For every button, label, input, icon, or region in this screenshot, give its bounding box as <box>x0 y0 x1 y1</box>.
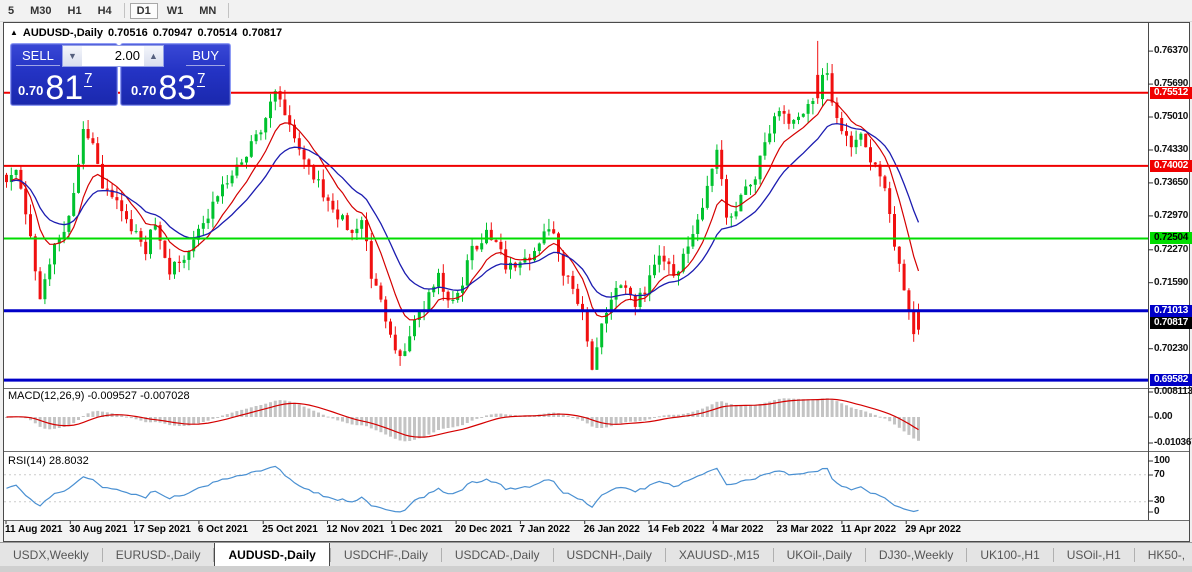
trading-terminal-window: 5 M30 H1 H4 D1 W1 MN ▲ AUDUSD-,Daily 0.70516 0… <box>0 0 1192 572</box>
date-label: 14 Feb 2022 <box>648 524 705 535</box>
rsi-axis-label: 70 <box>1154 469 1165 480</box>
date-label: 29 Apr 2022 <box>905 524 961 535</box>
date-label: 30 Aug 2021 <box>69 524 128 535</box>
collapse-panel-icon[interactable]: ▲ <box>10 28 18 37</box>
chart-tab-uk100h1[interactable]: UK100-,H1 <box>967 543 1052 567</box>
price-tick-label: 0.72270 <box>1154 243 1189 255</box>
date-label: 11 Apr 2022 <box>840 524 897 535</box>
chart-tab-bar: USDX,Weekly EURUSD-,Daily AUDUSD-,Daily USD… <box>0 542 1192 567</box>
price-tick-label: 0.72970 <box>1154 209 1189 221</box>
buy-price: 0.70 83 7 <box>131 69 206 107</box>
chart-tab-usdcnhdaily[interactable]: USDCNH-,Daily <box>554 543 665 567</box>
chart-tab-eurusddaily[interactable]: EURUSD-,Daily <box>103 543 214 567</box>
date-label: 20 Dec 2021 <box>455 524 513 535</box>
ohlc-close: 0.70817 <box>242 27 283 39</box>
volume-decrease-icon[interactable]: ▼ <box>63 46 82 66</box>
price-tick-label: 0.74330 <box>1154 143 1189 155</box>
current-price-tag: 0.70817 <box>1150 317 1192 330</box>
tab-row: USDX,Weekly EURUSD-,Daily AUDUSD-,Daily USD… <box>0 543 1192 567</box>
ohlc-high: 0.70947 <box>152 27 193 39</box>
chart-tab-usdcaddaily[interactable]: USDCAD-,Daily <box>442 543 553 567</box>
chart-symbol-period: AUDUSD-,Daily <box>22 27 103 39</box>
price-tick-label: 0.73650 <box>1154 176 1189 188</box>
price-tick-label: 0.70230 <box>1154 342 1189 354</box>
chart-title: ▲ AUDUSD-,Daily 0.70516 0.70947 0.70514 … <box>10 27 282 39</box>
price-tick-label: 0.75010 <box>1154 111 1189 122</box>
macd-axis-label: 0.00 <box>1154 411 1173 422</box>
sell-label[interactable]: SELL <box>16 47 60 66</box>
date-label: 25 Oct 2021 <box>262 524 318 535</box>
rsi-axis-label: 100 <box>1154 455 1170 466</box>
volume-stepper: ▼ 2.00 ▲ <box>62 45 164 67</box>
date-label: 4 Mar 2022 <box>712 524 764 535</box>
chart-tab-ukoildaily[interactable]: UKOil-,Daily <box>774 543 865 567</box>
macd-axis-label: -0.010367 <box>1154 437 1192 448</box>
chart-tab-audusddaily[interactable]: AUDUSD-,Daily <box>214 543 330 567</box>
level-price-tag: 0.74002 <box>1150 159 1192 172</box>
date-label: 17 Sep 2021 <box>133 524 191 535</box>
date-label: 12 Nov 2021 <box>326 524 385 535</box>
price-tick-label: 0.76370 <box>1154 45 1189 57</box>
price-tick-label: 0.71590 <box>1154 276 1189 288</box>
chart-tab-hk50[interactable]: HK50-, <box>1135 543 1192 567</box>
volume-increase-icon[interactable]: ▲ <box>144 46 163 66</box>
one-click-trading-panel: SELL 0.70 81 7 BUY 0.70 83 7 ▼ 2.00 ▲ <box>10 43 231 107</box>
status-strip <box>0 566 1192 572</box>
date-label: 11 Aug 2021 <box>5 524 63 535</box>
chart-tab-usdchfdaily[interactable]: USDCHF-,Daily <box>331 543 441 567</box>
chart-tab-usoilh1[interactable]: USOil-,H1 <box>1054 543 1134 567</box>
ohlc-open: 0.70516 <box>108 27 148 39</box>
rsi-label: RSI(14) 28.8032 <box>8 455 89 467</box>
date-label: 26 Jan 2022 <box>583 524 640 535</box>
date-label: 6 Oct 2021 <box>197 524 248 535</box>
ohlc-low: 0.70514 <box>197 27 238 39</box>
level-price-tag: 0.72504 <box>1150 232 1192 245</box>
date-label: 23 Mar 2022 <box>776 524 834 535</box>
macd-label: MACD(12,26,9) -0.009527 -0.007028 <box>8 390 190 402</box>
level-price-tag: 0.75512 <box>1150 86 1192 99</box>
date-label: 1 Dec 2021 <box>390 524 443 535</box>
rsi-axis-label: 0 <box>1154 506 1160 517</box>
chart-tab-dj30weekly[interactable]: DJ30-,Weekly <box>866 543 966 567</box>
chart-tab-xauusdm15[interactable]: XAUUSD-,M15 <box>666 543 773 567</box>
volume-field[interactable]: 2.00 <box>82 46 144 66</box>
level-price-tag: 0.71013 <box>1150 304 1192 317</box>
date-label: 7 Jan 2022 <box>519 524 570 535</box>
buy-label[interactable]: BUY <box>186 47 225 66</box>
macd-axis-label: 0.008113 <box>1154 386 1192 397</box>
sell-price: 0.70 81 7 <box>18 69 93 107</box>
rsi-axis-label: 30 <box>1154 495 1165 506</box>
level-price-tag: 0.69582 <box>1150 374 1192 387</box>
chart-tab-usdxweekly[interactable]: USDX,Weekly <box>0 543 102 567</box>
